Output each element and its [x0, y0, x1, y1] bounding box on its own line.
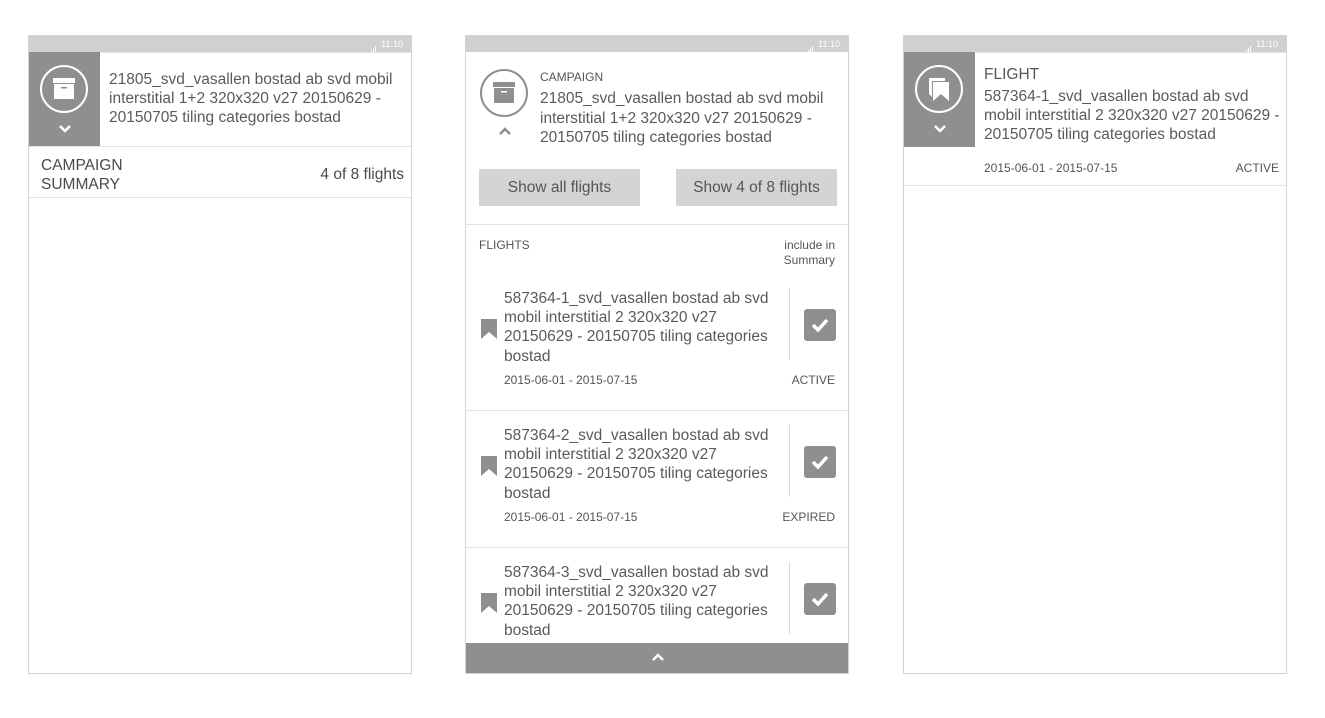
include-checkbox[interactable] [804, 446, 836, 478]
bookmarks-icon [915, 65, 963, 113]
flights-header: FLIGHTS include in Summary [466, 228, 848, 274]
flight-header[interactable] [904, 52, 1286, 147]
flight-row[interactable]: 587364-1_svd_vasallen bostad ab svd mobi… [466, 274, 848, 411]
status-time: 11:10 [818, 39, 840, 49]
chevron-down-icon[interactable] [933, 124, 947, 134]
signal-icon [807, 37, 813, 53]
row-divider [789, 288, 790, 360]
campaign-icon-block[interactable] [29, 52, 100, 147]
flight-dates: 2015-06-01 - 2015-07-15 [504, 373, 638, 387]
show-all-flights-button[interactable]: Show all flights [479, 169, 640, 206]
check-icon [811, 455, 829, 470]
flight-title: 587364-3_svd_vasallen bostad ab svd mobi… [504, 564, 769, 639]
flight-kind-label: FLIGHT [984, 66, 1040, 83]
campaign-header[interactable]: 21805_svd_vasallen bostad ab svd mobil i… [29, 52, 411, 147]
row-divider [789, 562, 790, 634]
status-bar: 11:10 [466, 36, 848, 53]
flight-title: 587364-2_svd_vasallen bostad ab svd mobi… [504, 427, 769, 502]
include-checkbox[interactable] [804, 309, 836, 341]
screen-flight-collapsed: 11:10 FLIGHT 587364-1_svd_vasallen bosta… [903, 35, 1287, 674]
flight-dates: 2015-06-01 - 2015-07-15 [504, 510, 638, 524]
status-time: 11:10 [1256, 39, 1278, 49]
flight-title: 587364-1_svd_vasallen bostad ab svd mobi… [504, 290, 769, 365]
bookmark-icon [481, 456, 497, 476]
campaign-kind-label: CAMPAIGN [540, 70, 604, 84]
flight-row[interactable]: 587364-2_svd_vasallen bostad ab svd mobi… [466, 411, 848, 548]
status-time: 11:10 [381, 39, 403, 49]
flight-icon-block[interactable] [904, 52, 975, 147]
archive-icon [480, 69, 528, 117]
flight-status: EXPIRED [782, 510, 835, 524]
campaign-title: 21805_svd_vasallen bostad ab svd mobil i… [540, 90, 824, 146]
chevron-down-icon[interactable] [58, 124, 72, 134]
signal-icon [370, 37, 376, 53]
flights-label: FLIGHTS [479, 238, 530, 252]
check-icon [811, 318, 829, 333]
flight-dates: 2015-06-01 - 2015-07-15 [984, 161, 1118, 175]
check-icon [811, 592, 829, 607]
screen-campaign-collapsed: 11:10 21805_svd_vasallen bostad ab svd m… [28, 35, 412, 674]
flight-title: 587364-1_svd_vasallen bostad ab svd mobi… [984, 88, 1280, 143]
status-bar: 11:10 [904, 36, 1286, 53]
chevron-up-icon[interactable] [651, 652, 665, 662]
row-divider [789, 425, 790, 497]
flight-status: ACTIVE [791, 373, 835, 387]
bookmark-icon [481, 593, 497, 613]
flight-meta-row: 2015-06-01 - 2015-07-15 ACTIVE [904, 146, 1286, 186]
bookmark-icon [481, 319, 497, 339]
signal-icon [1245, 37, 1251, 53]
include-checkbox[interactable] [804, 583, 836, 615]
show-some-flights-button[interactable]: Show 4 of 8 flights [676, 169, 837, 206]
archive-icon [40, 65, 88, 113]
collapse-bar[interactable] [466, 643, 848, 673]
campaign-summary-row[interactable]: CAMPAIGN SUMMARY 4 of 8 flights [29, 146, 411, 198]
summary-count: 4 of 8 flights [320, 166, 404, 183]
flight-status: ACTIVE [1235, 161, 1279, 175]
summary-label: CAMPAIGN SUMMARY [41, 157, 123, 193]
campaign-title: 21805_svd_vasallen bostad ab svd mobil i… [109, 71, 393, 126]
screen-campaign-expanded: 11:10 CAMPAIGN 21805_svd_vasallen bostad… [465, 35, 849, 674]
chevron-up-icon[interactable] [498, 126, 512, 136]
campaign-header: CAMPAIGN 21805_svd_vasallen bostad ab sv… [466, 52, 848, 225]
include-in-summary-label: include in Summary [783, 238, 835, 267]
status-bar: 11:10 [29, 36, 411, 53]
